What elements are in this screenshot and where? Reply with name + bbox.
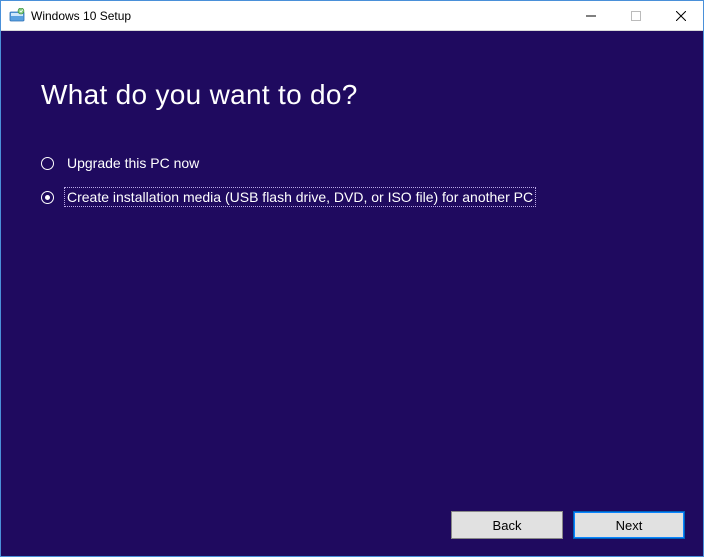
option-upgrade-pc[interactable]: Upgrade this PC now: [41, 153, 663, 173]
next-button[interactable]: Next: [573, 511, 685, 539]
footer: Back Next: [1, 494, 703, 556]
option-label: Create installation media (USB flash dri…: [64, 187, 536, 207]
window-controls: [568, 1, 703, 30]
back-button[interactable]: Back: [451, 511, 563, 539]
option-label: Upgrade this PC now: [64, 153, 202, 173]
minimize-button[interactable]: [568, 1, 613, 30]
option-create-media[interactable]: Create installation media (USB flash dri…: [41, 187, 663, 207]
options-group: Upgrade this PC now Create installation …: [41, 153, 663, 207]
setup-window: Windows 10 Setup What do you want to do?…: [0, 0, 704, 557]
close-button[interactable]: [658, 1, 703, 30]
app-icon: [9, 8, 25, 24]
window-title: Windows 10 Setup: [31, 9, 568, 23]
radio-icon: [41, 191, 54, 204]
maximize-button: [613, 1, 658, 30]
titlebar: Windows 10 Setup: [1, 1, 703, 31]
page-heading: What do you want to do?: [41, 79, 663, 111]
radio-icon: [41, 157, 54, 170]
content-area: What do you want to do? Upgrade this PC …: [1, 31, 703, 556]
content-inner: What do you want to do? Upgrade this PC …: [1, 31, 703, 494]
